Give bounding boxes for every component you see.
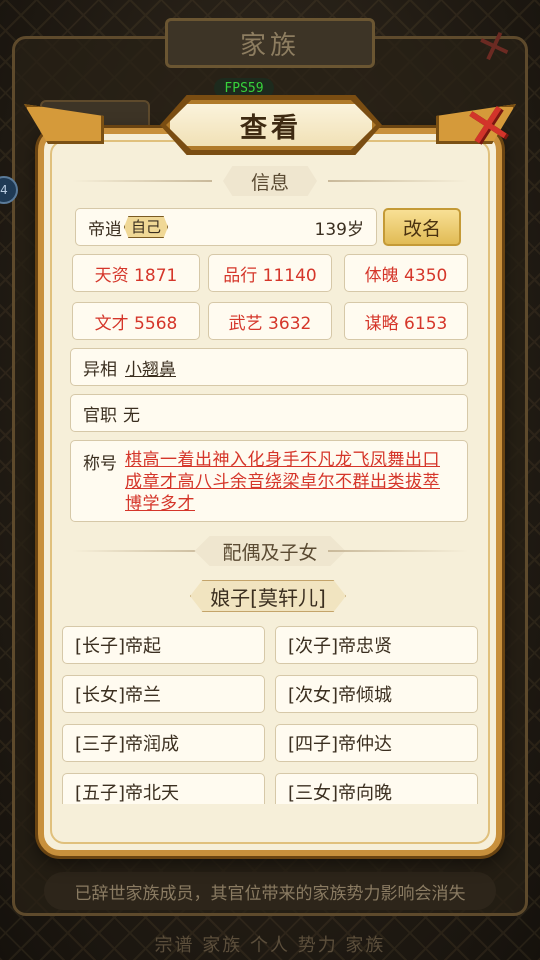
divider-line — [328, 550, 468, 552]
rename-button[interactable]: 改名 — [383, 208, 461, 246]
name-row: 帝逍 自己 139岁 — [75, 208, 377, 246]
divider-line — [72, 550, 212, 552]
family-section-title: 配偶及子女 — [194, 536, 346, 566]
character-name: 帝逍 — [88, 219, 122, 240]
self-tag-badge: 自己 — [124, 216, 169, 238]
titles-label: 称号 — [83, 454, 117, 474]
children-list[interactable]: [长子]帝起 [次子]帝忠贤 [长女]帝兰 [次女]帝倾城 [三子]帝润成 [四… — [62, 626, 478, 804]
child-item[interactable]: [四子]帝仲达 — [275, 724, 478, 762]
stat-strategy: 谋略 6153 — [344, 302, 468, 340]
office-label: 官职 — [83, 405, 117, 426]
office-row: 官职 无 — [70, 394, 468, 432]
info-section-header: 信息 — [72, 166, 468, 196]
child-item[interactable]: [长女]帝兰 — [62, 675, 265, 713]
divider-line — [328, 180, 468, 182]
child-item[interactable]: [五子]帝北天 — [62, 773, 265, 804]
appearance-value-link[interactable]: 小翘鼻 — [125, 355, 176, 380]
stat-literary: 文才 5568 — [72, 302, 200, 340]
child-item[interactable]: [长子]帝起 — [62, 626, 265, 664]
appearance-row: 异相 小翘鼻 — [70, 348, 468, 386]
titles-value-link[interactable]: 棋高一着出神入化身手不凡龙飞凤舞出口成章才高八斗余音绕梁卓尔不群出类拔萃博学多才 — [125, 449, 455, 514]
dialog-title: 查看 — [240, 112, 302, 144]
child-item[interactable]: [三女]帝向晚 — [275, 773, 478, 804]
office-value: 无 — [123, 405, 140, 426]
stat-talent: 天资 1871 — [72, 254, 200, 292]
bottom-notice: 已辞世家族成员，其官位带来的家族势力影响会消失 — [44, 872, 496, 910]
divider-line — [72, 180, 212, 182]
appearance-label: 异相 — [83, 359, 117, 380]
family-section-header: 配偶及子女 — [72, 536, 468, 566]
stat-physique: 体魄 4350 — [344, 254, 468, 292]
child-item[interactable]: [次女]帝倾城 — [275, 675, 478, 713]
stat-martial: 武艺 3632 — [208, 302, 332, 340]
close-x-icon: ✕ — [458, 89, 518, 164]
child-item[interactable]: [三子]帝润成 — [62, 724, 265, 762]
family-window-title: 家族 — [165, 18, 375, 68]
dialog-title-plate: 查看 — [166, 100, 376, 150]
spouse-button[interactable]: 娘子[莫轩儿] — [190, 580, 346, 612]
child-item[interactable]: [次子]帝忠贤 — [275, 626, 478, 664]
character-age: 139岁 — [314, 219, 364, 240]
info-section-title: 信息 — [222, 166, 317, 196]
titles-box: 称号 棋高一着出神入化身手不凡龙飞凤舞出口成章才高八斗余音绕梁卓尔不群出类拔萃博… — [70, 440, 468, 522]
close-button[interactable]: ✕ — [456, 90, 520, 163]
stat-conduct: 品行 11140 — [208, 254, 332, 292]
bottom-strip-text: 宗谱 家族 个人 势力 家族 — [154, 935, 386, 956]
